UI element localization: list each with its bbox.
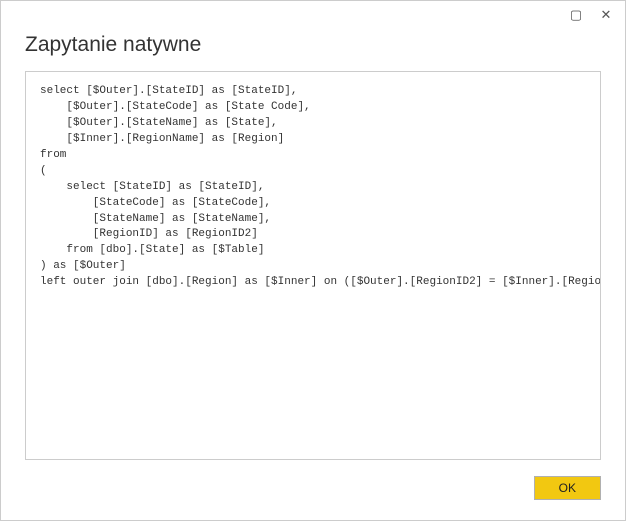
titlebar: ▢ ✕ [1, 1, 625, 29]
dialog-title: Zapytanie natywne [1, 29, 625, 71]
maximize-button[interactable]: ▢ [561, 4, 591, 26]
close-icon: ✕ [601, 7, 612, 23]
query-content-box[interactable]: select [$Outer].[StateID] as [StateID], … [25, 71, 601, 460]
native-query-dialog: ▢ ✕ Zapytanie natywne select [$Outer].[S… [0, 0, 626, 521]
ok-button[interactable]: OK [534, 476, 601, 500]
query-text: select [$Outer].[StateID] as [StateID], … [40, 84, 586, 291]
dialog-footer: OK [1, 460, 625, 520]
close-button[interactable]: ✕ [591, 4, 621, 26]
maximize-icon: ▢ [570, 7, 582, 23]
